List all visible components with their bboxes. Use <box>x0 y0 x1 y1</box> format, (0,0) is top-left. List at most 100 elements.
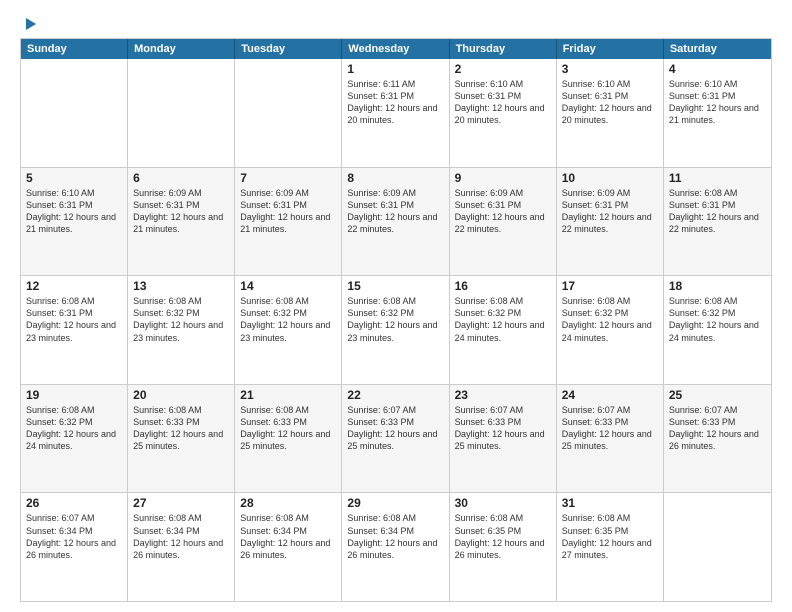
day-info: Sunrise: 6:07 AM Sunset: 6:33 PM Dayligh… <box>347 404 443 453</box>
header-day-saturday: Saturday <box>664 39 771 59</box>
calendar-cell-w0-d1 <box>128 59 235 167</box>
calendar-cell-w2-d3: 15 Sunrise: 6:08 AM Sunset: 6:32 PM Dayli… <box>342 276 449 384</box>
day-number: 5 <box>26 171 122 185</box>
day-number: 4 <box>669 62 766 76</box>
day-info: Sunrise: 6:08 AM Sunset: 6:32 PM Dayligh… <box>455 295 551 344</box>
header-day-sunday: Sunday <box>21 39 128 59</box>
calendar-cell-w4-d1: 27 Sunrise: 6:08 AM Sunset: 6:34 PM Dayli… <box>128 493 235 601</box>
calendar-cell-w3-d2: 21 Sunrise: 6:08 AM Sunset: 6:33 PM Dayli… <box>235 385 342 493</box>
day-number: 25 <box>669 388 766 402</box>
day-number: 13 <box>133 279 229 293</box>
header-day-monday: Monday <box>128 39 235 59</box>
day-info: Sunrise: 6:09 AM Sunset: 6:31 PM Dayligh… <box>562 187 658 236</box>
day-number: 6 <box>133 171 229 185</box>
day-number: 29 <box>347 496 443 510</box>
calendar-row-0: 1 Sunrise: 6:11 AM Sunset: 6:31 PM Daylig… <box>21 59 771 167</box>
calendar-cell-w1-d4: 9Sunrise: 6:09 AM Sunset: 6:31 PM Daylig… <box>450 168 557 276</box>
day-number: 31 <box>562 496 658 510</box>
day-info: Sunrise: 6:09 AM Sunset: 6:31 PM Dayligh… <box>347 187 443 236</box>
day-info: Sunrise: 6:08 AM Sunset: 6:32 PM Dayligh… <box>562 295 658 344</box>
day-info: Sunrise: 6:08 AM Sunset: 6:32 PM Dayligh… <box>240 295 336 344</box>
day-number: 30 <box>455 496 551 510</box>
calendar-cell-w0-d6: 4 Sunrise: 6:10 AM Sunset: 6:31 PM Daylig… <box>664 59 771 167</box>
day-info: Sunrise: 6:10 AM Sunset: 6:31 PM Dayligh… <box>455 78 551 127</box>
day-number: 15 <box>347 279 443 293</box>
day-number: 9 <box>455 171 551 185</box>
day-number: 11 <box>669 171 766 185</box>
calendar-cell-w3-d5: 24Sunrise: 6:07 AM Sunset: 6:33 PM Dayli… <box>557 385 664 493</box>
day-info: Sunrise: 6:08 AM Sunset: 6:32 PM Dayligh… <box>26 404 122 453</box>
day-info: Sunrise: 6:11 AM Sunset: 6:31 PM Dayligh… <box>347 78 443 127</box>
day-info: Sunrise: 6:08 AM Sunset: 6:34 PM Dayligh… <box>133 512 229 561</box>
header-day-wednesday: Wednesday <box>342 39 449 59</box>
calendar-body: 1 Sunrise: 6:11 AM Sunset: 6:31 PM Daylig… <box>21 59 771 601</box>
day-info: Sunrise: 6:08 AM Sunset: 6:32 PM Dayligh… <box>347 295 443 344</box>
day-number: 22 <box>347 388 443 402</box>
day-number: 12 <box>26 279 122 293</box>
day-info: Sunrise: 6:08 AM Sunset: 6:32 PM Dayligh… <box>133 295 229 344</box>
day-info: Sunrise: 6:08 AM Sunset: 6:31 PM Dayligh… <box>26 295 122 344</box>
day-info: Sunrise: 6:08 AM Sunset: 6:34 PM Dayligh… <box>347 512 443 561</box>
calendar-cell-w1-d6: 11 Sunrise: 6:08 AM Sunset: 6:31 PM Dayli… <box>664 168 771 276</box>
day-info: Sunrise: 6:08 AM Sunset: 6:35 PM Dayligh… <box>455 512 551 561</box>
day-number: 3 <box>562 62 658 76</box>
day-info: Sunrise: 6:09 AM Sunset: 6:31 PM Dayligh… <box>133 187 229 236</box>
day-number: 26 <box>26 496 122 510</box>
day-info: Sunrise: 6:09 AM Sunset: 6:31 PM Dayligh… <box>240 187 336 236</box>
calendar-header: SundayMondayTuesdayWednesdayThursdayFrid… <box>21 39 771 59</box>
day-info: Sunrise: 6:07 AM Sunset: 6:33 PM Dayligh… <box>669 404 766 453</box>
calendar-row-2: 12 Sunrise: 6:08 AM Sunset: 6:31 PM Dayli… <box>21 275 771 384</box>
calendar: SundayMondayTuesdayWednesdayThursdayFrid… <box>20 38 772 602</box>
header <box>20 16 772 30</box>
calendar-cell-w2-d5: 17Sunrise: 6:08 AM Sunset: 6:32 PM Dayli… <box>557 276 664 384</box>
day-info: Sunrise: 6:08 AM Sunset: 6:31 PM Dayligh… <box>669 187 766 236</box>
logo-arrow-icon <box>26 18 36 30</box>
day-number: 21 <box>240 388 336 402</box>
day-info: Sunrise: 6:07 AM Sunset: 6:34 PM Dayligh… <box>26 512 122 561</box>
calendar-cell-w0-d0 <box>21 59 128 167</box>
day-number: 20 <box>133 388 229 402</box>
day-number: 24 <box>562 388 658 402</box>
day-info: Sunrise: 6:10 AM Sunset: 6:31 PM Dayligh… <box>669 78 766 127</box>
calendar-cell-w2-d4: 16 Sunrise: 6:08 AM Sunset: 6:32 PM Dayli… <box>450 276 557 384</box>
day-info: Sunrise: 6:10 AM Sunset: 6:31 PM Dayligh… <box>26 187 122 236</box>
day-info: Sunrise: 6:08 AM Sunset: 6:35 PM Dayligh… <box>562 512 658 561</box>
day-info: Sunrise: 6:10 AM Sunset: 6:31 PM Dayligh… <box>562 78 658 127</box>
day-number: 19 <box>26 388 122 402</box>
calendar-cell-w1-d3: 8 Sunrise: 6:09 AM Sunset: 6:31 PM Daylig… <box>342 168 449 276</box>
calendar-cell-w0-d5: 3 Sunrise: 6:10 AM Sunset: 6:31 PM Daylig… <box>557 59 664 167</box>
calendar-cell-w0-d3: 1 Sunrise: 6:11 AM Sunset: 6:31 PM Daylig… <box>342 59 449 167</box>
day-info: Sunrise: 6:08 AM Sunset: 6:33 PM Dayligh… <box>240 404 336 453</box>
calendar-cell-w2-d6: 18Sunrise: 6:08 AM Sunset: 6:32 PM Dayli… <box>664 276 771 384</box>
day-info: Sunrise: 6:08 AM Sunset: 6:33 PM Dayligh… <box>133 404 229 453</box>
calendar-cell-w4-d3: 29 Sunrise: 6:08 AM Sunset: 6:34 PM Dayli… <box>342 493 449 601</box>
day-number: 27 <box>133 496 229 510</box>
day-number: 1 <box>347 62 443 76</box>
calendar-cell-w3-d0: 19 Sunrise: 6:08 AM Sunset: 6:32 PM Dayli… <box>21 385 128 493</box>
calendar-cell-w4-d6 <box>664 493 771 601</box>
calendar-row-1: 5 Sunrise: 6:10 AM Sunset: 6:31 PM Daylig… <box>21 167 771 276</box>
day-number: 2 <box>455 62 551 76</box>
day-number: 16 <box>455 279 551 293</box>
calendar-cell-w4-d2: 28 Sunrise: 6:08 AM Sunset: 6:34 PM Dayli… <box>235 493 342 601</box>
day-number: 10 <box>562 171 658 185</box>
calendar-cell-w2-d2: 14 Sunrise: 6:08 AM Sunset: 6:32 PM Dayli… <box>235 276 342 384</box>
logo <box>20 16 36 30</box>
header-day-tuesday: Tuesday <box>235 39 342 59</box>
calendar-cell-w4-d0: 26 Sunrise: 6:07 AM Sunset: 6:34 PM Dayli… <box>21 493 128 601</box>
day-info: Sunrise: 6:08 AM Sunset: 6:34 PM Dayligh… <box>240 512 336 561</box>
day-number: 28 <box>240 496 336 510</box>
calendar-cell-w0-d4: 2 Sunrise: 6:10 AM Sunset: 6:31 PM Daylig… <box>450 59 557 167</box>
calendar-cell-w0-d2 <box>235 59 342 167</box>
calendar-cell-w1-d5: 10 Sunrise: 6:09 AM Sunset: 6:31 PM Dayli… <box>557 168 664 276</box>
calendar-cell-w4-d4: 30 Sunrise: 6:08 AM Sunset: 6:35 PM Dayli… <box>450 493 557 601</box>
header-day-friday: Friday <box>557 39 664 59</box>
day-number: 23 <box>455 388 551 402</box>
calendar-cell-w1-d2: 7Sunrise: 6:09 AM Sunset: 6:31 PM Daylig… <box>235 168 342 276</box>
calendar-cell-w3-d1: 20 Sunrise: 6:08 AM Sunset: 6:33 PM Dayli… <box>128 385 235 493</box>
calendar-cell-w3-d4: 23Sunrise: 6:07 AM Sunset: 6:33 PM Dayli… <box>450 385 557 493</box>
day-number: 8 <box>347 171 443 185</box>
calendar-cell-w1-d0: 5 Sunrise: 6:10 AM Sunset: 6:31 PM Daylig… <box>21 168 128 276</box>
calendar-row-4: 26 Sunrise: 6:07 AM Sunset: 6:34 PM Dayli… <box>21 492 771 601</box>
day-number: 14 <box>240 279 336 293</box>
